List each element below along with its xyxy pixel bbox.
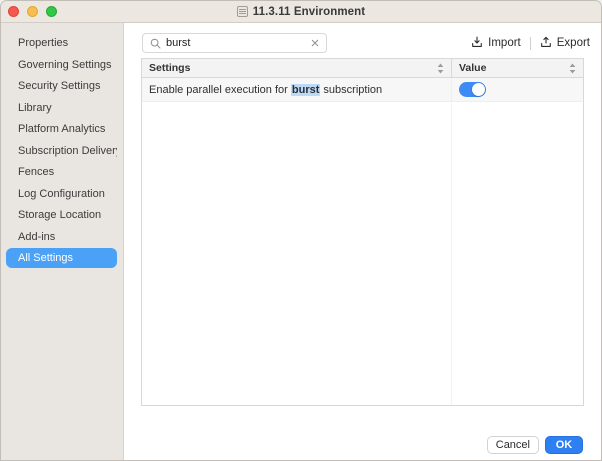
setting-text-before: Enable parallel execution for [149, 84, 291, 96]
settings-column-spacer [142, 102, 452, 405]
column-header-value[interactable]: Value [452, 59, 583, 77]
search-value: burst [166, 37, 306, 49]
sidebar-item-add-ins[interactable]: Add-ins [6, 227, 117, 247]
toggle-switch[interactable] [459, 82, 486, 97]
document-proxy-icon [237, 6, 248, 17]
setting-name-cell: Enable parallel execution for burst subs… [142, 78, 452, 101]
sort-icon[interactable] [437, 63, 444, 74]
toggle-knob [472, 83, 485, 96]
close-window-button[interactable] [8, 6, 19, 17]
titlebar: 11.3.11 Environment [1, 1, 601, 23]
footer-actions: Cancel OK [487, 436, 583, 454]
sidebar-item-storage-location[interactable]: Storage Location [6, 205, 117, 225]
table-empty-area [142, 102, 583, 405]
sidebar-item-properties[interactable]: Properties [6, 33, 117, 53]
sidebar-item-library[interactable]: Library [6, 98, 117, 118]
clear-search-icon[interactable] [311, 39, 319, 47]
settings-table: Settings Value E [141, 58, 584, 406]
sidebar-item-security-settings[interactable]: Security Settings [6, 76, 117, 96]
toolbar-divider [530, 37, 531, 50]
search-icon [150, 38, 161, 49]
cancel-button[interactable]: Cancel [487, 436, 539, 454]
table-header-row: Settings Value [142, 59, 583, 78]
setting-text-after: subscription [320, 84, 382, 96]
export-icon [540, 36, 552, 51]
minimize-window-button[interactable] [27, 6, 38, 17]
ok-button[interactable]: OK [545, 436, 583, 454]
sidebar-item-all-settings[interactable]: All Settings [6, 248, 117, 268]
window-title: 11.3.11 Environment [253, 6, 365, 18]
sidebar-item-subscription-delivery[interactable]: Subscription Delivery [6, 141, 117, 161]
sidebar-item-log-configuration[interactable]: Log Configuration [6, 184, 117, 204]
zoom-window-button[interactable] [46, 6, 57, 17]
sidebar: Properties Governing Settings Security S… [1, 23, 124, 460]
sidebar-item-platform-analytics[interactable]: Platform Analytics [6, 119, 117, 139]
sidebar-item-fences[interactable]: Fences [6, 162, 117, 182]
search-input[interactable]: burst [142, 33, 327, 53]
window: 11.3.11 Environment Properties Governing… [0, 0, 602, 461]
main-panel: burst Import [124, 23, 601, 460]
setting-value-cell [452, 78, 583, 101]
sidebar-item-governing-settings[interactable]: Governing Settings [6, 55, 117, 75]
traffic-lights [8, 1, 57, 22]
table-row: Enable parallel execution for burst subs… [142, 78, 583, 102]
top-row: burst Import [142, 33, 590, 53]
import-label: Import [488, 37, 521, 49]
import-button[interactable]: Import [471, 36, 521, 51]
search-match-highlight: burst [291, 84, 321, 96]
export-button[interactable]: Export [540, 36, 590, 51]
import-icon [471, 36, 483, 51]
sort-icon[interactable] [569, 63, 576, 74]
export-label: Export [557, 37, 590, 49]
import-export-group: Import Export [471, 36, 590, 51]
title-wrap: 11.3.11 Environment [237, 6, 365, 18]
value-header-label: Value [459, 62, 486, 74]
column-header-settings[interactable]: Settings [142, 59, 452, 77]
settings-header-label: Settings [149, 62, 190, 74]
